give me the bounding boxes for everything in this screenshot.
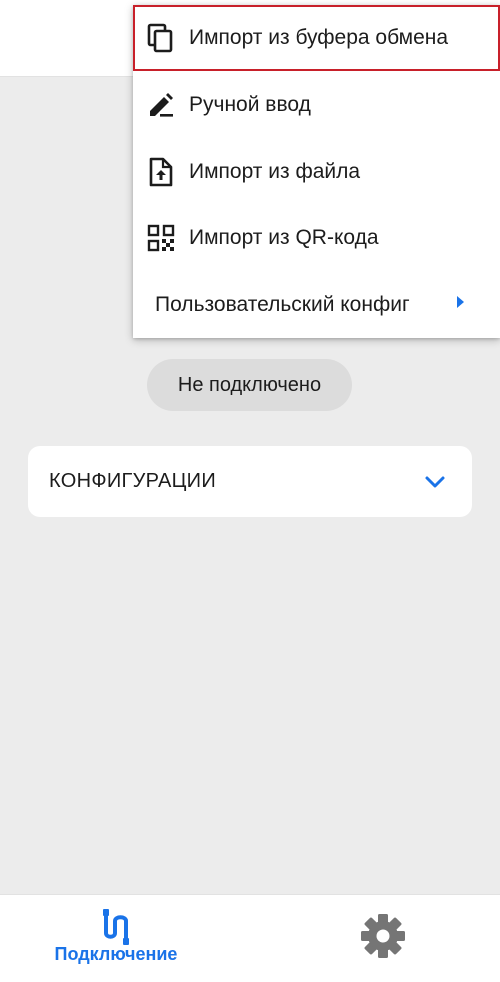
menu-item-import-clipboard[interactable]: Импорт из буфера обмена — [133, 5, 500, 71]
menu-item-import-file[interactable]: Импорт из файла — [133, 139, 500, 205]
configurations-section[interactable]: КОНФИГУРАЦИИ — [28, 446, 472, 517]
gear-icon — [358, 914, 408, 965]
nav-tab-connection[interactable]: Подключение — [40, 895, 192, 982]
menu-item-label: Импорт из файла — [189, 160, 361, 183]
clipboard-copy-icon — [146, 23, 176, 53]
nav-tab-label: Подключение — [54, 944, 178, 964]
configurations-title: КОНФИГУРАЦИИ — [49, 470, 217, 492]
nav-tab-settings[interactable] — [358, 911, 408, 961]
add-config-menu: Импорт из буфера обмена Ручной ввод Импо… — [133, 5, 500, 338]
menu-item-label: Пользовательский конфиг — [155, 293, 410, 316]
connection-icon — [96, 907, 136, 947]
menu-item-import-qr[interactable]: Импорт из QR-кода — [133, 205, 500, 271]
menu-item-manual-input[interactable]: Ручной ввод — [133, 72, 500, 138]
menu-item-custom-config[interactable]: Пользовательский конфиг — [133, 272, 500, 338]
menu-item-label: Импорт из буфера обмена — [189, 26, 449, 49]
file-upload-icon — [146, 157, 176, 187]
qr-code-icon — [146, 223, 176, 253]
menu-item-label: Импорт из QR-кода — [189, 226, 379, 249]
status-text: Не подключено — [177, 373, 322, 396]
chevron-down-icon[interactable] — [423, 470, 447, 494]
submenu-arrow-icon — [457, 296, 464, 308]
menu-item-label: Ручной ввод — [189, 93, 311, 116]
connection-status-badge: Не подключено — [147, 359, 352, 411]
pencil-icon — [146, 90, 176, 120]
bottom-navigation: Подключение — [0, 894, 500, 982]
